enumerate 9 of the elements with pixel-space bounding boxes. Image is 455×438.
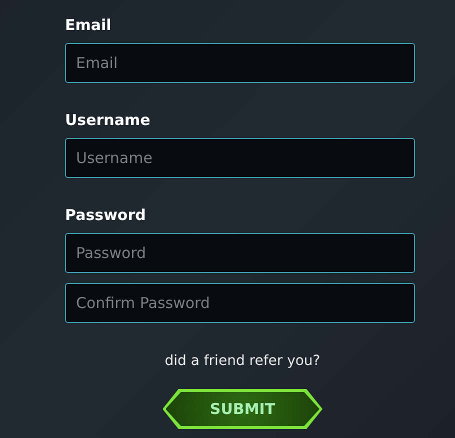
field-label: Username [65, 110, 152, 130]
referral-link[interactable]: did a friend refer you? [164, 351, 320, 372]
input-field[interactable]: Email [65, 43, 415, 83]
field-label: Password [65, 205, 147, 225]
input-field[interactable]: Confirm Password [65, 283, 415, 323]
input-field[interactable]: Password [65, 233, 415, 273]
field-label: Email [65, 15, 112, 35]
input-field[interactable]: Username [65, 138, 415, 178]
submit-button[interactable]: SUBMIT [162, 389, 322, 429]
